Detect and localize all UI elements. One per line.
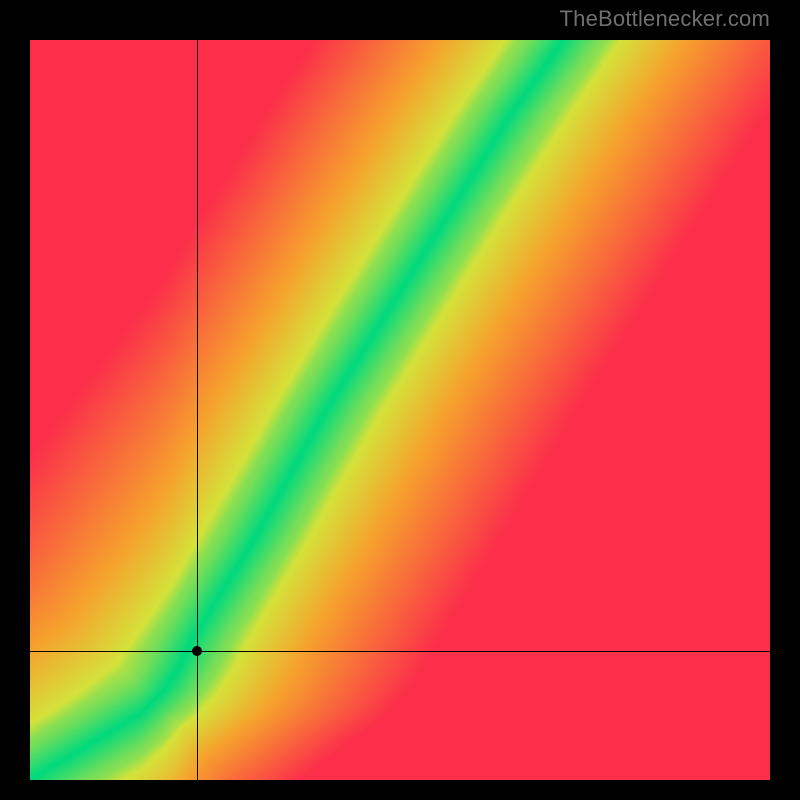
crosshair-vertical [197, 40, 198, 780]
chart-frame: TheBottlenecker.com [0, 0, 800, 800]
heatmap-canvas [30, 40, 770, 780]
attribution-text: TheBottlenecker.com [560, 6, 770, 32]
selected-point-marker [192, 646, 202, 656]
crosshair-horizontal [30, 651, 770, 652]
plot-area [30, 40, 770, 780]
